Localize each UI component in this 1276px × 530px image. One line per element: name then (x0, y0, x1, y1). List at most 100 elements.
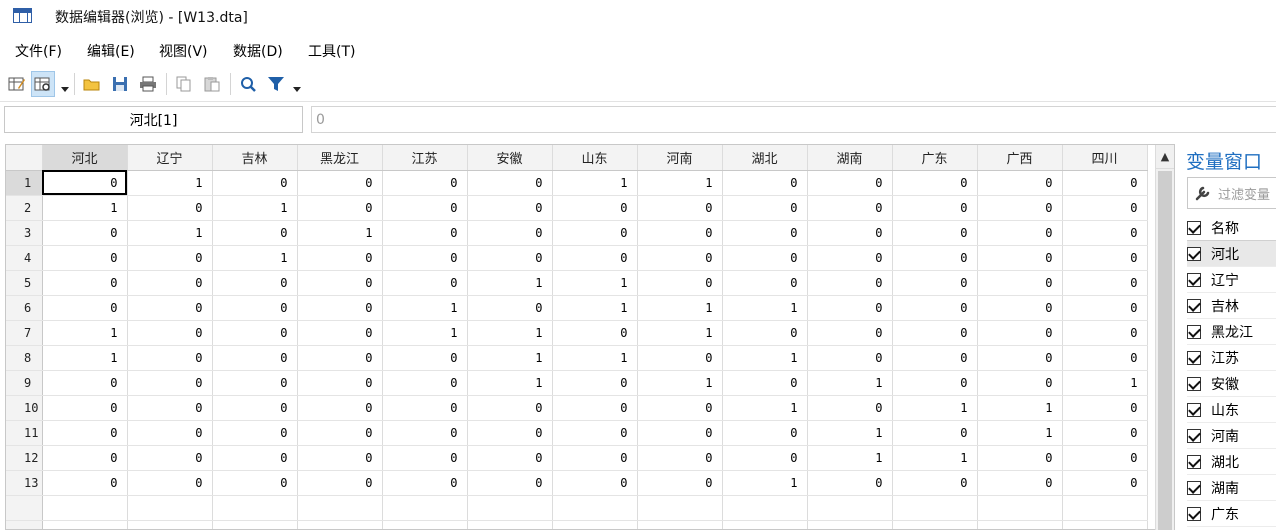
data-cell[interactable]: 0 (722, 220, 808, 246)
data-cell[interactable]: 0 (807, 320, 893, 346)
data-cell[interactable]: 1 (637, 320, 723, 346)
data-cell[interactable]: 0 (212, 220, 298, 246)
data-cell[interactable]: 0 (382, 370, 468, 396)
column-header[interactable]: 河北 (42, 145, 128, 171)
data-cell[interactable]: 0 (977, 170, 1063, 196)
data-cell[interactable]: 0 (552, 320, 638, 346)
data-cell[interactable]: 1 (722, 470, 808, 496)
data-cell[interactable]: 0 (892, 470, 978, 496)
data-cell[interactable]: 0 (552, 195, 638, 221)
data-cell[interactable]: 1 (467, 345, 553, 371)
variable-checkbox[interactable] (1187, 272, 1201, 287)
data-cell[interactable]: 1 (297, 220, 383, 246)
data-cell[interactable]: 1 (807, 445, 893, 471)
data-cell[interactable]: 0 (1062, 295, 1148, 321)
data-cell[interactable]: 0 (212, 320, 298, 346)
data-cell[interactable]: 0 (1062, 320, 1148, 346)
data-cell[interactable]: 0 (552, 395, 638, 421)
data-cell[interactable]: 0 (807, 270, 893, 296)
copy-icon[interactable] (172, 71, 196, 97)
browse-dropdown-chevron-icon[interactable] (61, 87, 69, 92)
data-cell[interactable]: 0 (892, 370, 978, 396)
column-header[interactable]: 吉林 (212, 145, 298, 171)
row-number[interactable]: 11 (6, 420, 43, 446)
data-cell[interactable]: 1 (637, 295, 723, 321)
grid-corner[interactable] (6, 145, 43, 171)
data-cell[interactable]: 0 (637, 195, 723, 221)
data-cell[interactable]: 0 (382, 245, 468, 271)
data-cell[interactable]: 0 (552, 470, 638, 496)
data-cell[interactable]: 1 (892, 395, 978, 421)
data-cell[interactable]: 0 (42, 445, 128, 471)
data-cell[interactable]: 1 (552, 345, 638, 371)
data-cell[interactable]: 0 (297, 445, 383, 471)
vertical-scrollbar[interactable]: ▲ (1155, 145, 1174, 530)
variable-list-item[interactable]: 山东 (1187, 397, 1276, 423)
data-cell[interactable]: 0 (127, 420, 213, 446)
data-cell[interactable]: 0 (127, 270, 213, 296)
data-cell[interactable]: 0 (552, 370, 638, 396)
data-cell[interactable]: 0 (637, 220, 723, 246)
data-cell[interactable]: 0 (722, 320, 808, 346)
data-cell[interactable]: 0 (807, 470, 893, 496)
menu-view[interactable]: 视图(V) (159, 41, 208, 61)
data-cell[interactable]: 0 (297, 420, 383, 446)
data-cell[interactable]: 0 (1062, 420, 1148, 446)
data-cell[interactable]: 1 (637, 370, 723, 396)
data-cell[interactable]: 0 (127, 345, 213, 371)
data-cell[interactable]: 0 (892, 320, 978, 346)
data-cell[interactable]: 0 (297, 345, 383, 371)
data-cell[interactable]: 0 (382, 395, 468, 421)
data-cell[interactable]: 0 (722, 195, 808, 221)
menu-tools[interactable]: 工具(T) (308, 41, 355, 61)
variable-list-item[interactable]: 河南 (1187, 423, 1276, 449)
variable-list-item[interactable]: 安徽 (1187, 371, 1276, 397)
variable-list-item[interactable]: 吉林 (1187, 293, 1276, 319)
data-cell[interactable]: 1 (42, 195, 128, 221)
column-header[interactable]: 辽宁 (127, 145, 213, 171)
data-cell[interactable]: 0 (722, 170, 808, 196)
column-header[interactable]: 广东 (892, 145, 978, 171)
row-number[interactable]: 10 (6, 395, 43, 421)
cell-reference-field[interactable]: 河北[1] (4, 106, 303, 133)
variable-list-item[interactable]: 江苏 (1187, 345, 1276, 371)
data-cell[interactable]: 0 (212, 470, 298, 496)
column-header[interactable]: 黑龙江 (297, 145, 383, 171)
save-icon[interactable] (108, 71, 132, 97)
data-cell[interactable]: 0 (467, 470, 553, 496)
data-cell[interactable]: 0 (297, 395, 383, 421)
data-cell[interactable]: 1 (977, 395, 1063, 421)
data-cell[interactable]: 0 (1062, 220, 1148, 246)
data-cell[interactable]: 0 (552, 245, 638, 271)
data-cell[interactable]: 0 (467, 170, 553, 196)
data-cell[interactable]: 0 (382, 220, 468, 246)
data-cell[interactable]: 0 (977, 295, 1063, 321)
variable-checkbox[interactable] (1187, 246, 1201, 261)
data-cell[interactable]: 0 (42, 420, 128, 446)
data-cell[interactable]: 0 (297, 370, 383, 396)
data-cell[interactable]: 1 (807, 370, 893, 396)
paste-icon[interactable] (200, 71, 224, 97)
data-cell[interactable]: 0 (1062, 245, 1148, 271)
data-cell[interactable]: 0 (467, 220, 553, 246)
row-number[interactable]: 12 (6, 445, 43, 471)
data-cell[interactable]: 0 (977, 345, 1063, 371)
data-cell[interactable]: 0 (467, 420, 553, 446)
row-number[interactable]: 6 (6, 295, 43, 321)
data-cell[interactable]: 0 (807, 170, 893, 196)
data-cell[interactable]: 0 (637, 345, 723, 371)
data-cell[interactable]: 0 (297, 170, 383, 196)
data-cell[interactable]: 0 (382, 170, 468, 196)
wrench-icon[interactable] (1188, 185, 1218, 201)
data-cell[interactable]: 0 (297, 270, 383, 296)
data-cell[interactable]: 0 (127, 320, 213, 346)
data-cell[interactable]: 0 (382, 420, 468, 446)
data-cell[interactable]: 0 (722, 270, 808, 296)
data-cell[interactable]: 0 (977, 270, 1063, 296)
cell-value-field[interactable]: 0 (311, 106, 1276, 133)
data-cell[interactable]: 0 (467, 195, 553, 221)
data-cell[interactable]: 1 (212, 245, 298, 271)
data-cell[interactable]: 0 (297, 470, 383, 496)
data-cell[interactable]: 0 (637, 445, 723, 471)
data-cell[interactable]: 0 (42, 470, 128, 496)
